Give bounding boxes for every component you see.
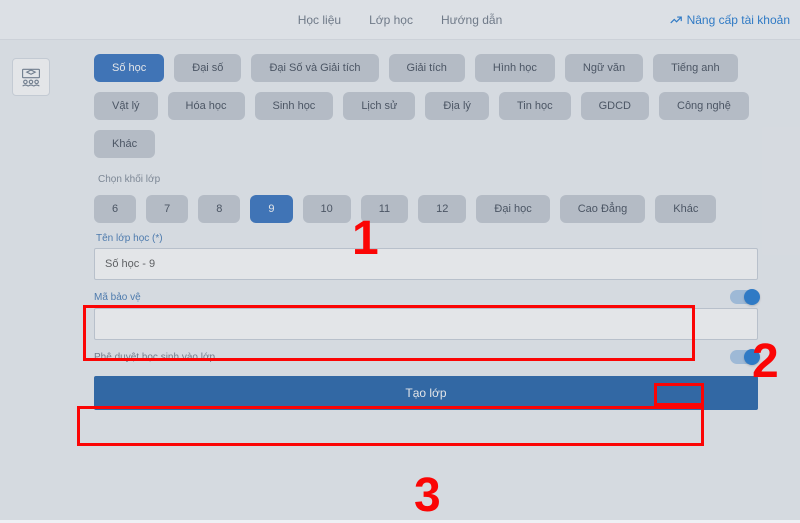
grade-pill-7[interactable]: Đại học — [476, 195, 549, 223]
subject-pill-9[interactable]: Sinh học — [255, 92, 334, 120]
classname-input[interactable] — [94, 248, 758, 280]
subject-pill-10[interactable]: Lịch sử — [343, 92, 415, 120]
subject-pill-14[interactable]: Công nghệ — [659, 92, 749, 120]
upgrade-link[interactable]: Nâng cấp tài khoản — [669, 13, 790, 27]
trend-icon — [669, 13, 683, 27]
subject-pill-2[interactable]: Đại Số và Giải tích — [251, 54, 378, 82]
grade-section-label: Chọn khối lớp — [94, 162, 766, 191]
subject-pill-7[interactable]: Vật lý — [94, 92, 158, 120]
anno-num-3: 3 — [414, 468, 441, 523]
subject-pill-3[interactable]: Giải tích — [389, 54, 465, 82]
password-toggle[interactable] — [730, 290, 758, 304]
subject-pill-4[interactable]: Hình học — [475, 54, 555, 82]
grade-pill-4[interactable]: 10 — [303, 195, 351, 223]
nav-hoc-lieu[interactable]: Học liệu — [298, 13, 341, 27]
grade-pill-3[interactable]: 9 — [250, 195, 292, 223]
password-label: Mã bảo vệ — [94, 292, 141, 303]
grade-pill-1[interactable]: 7 — [146, 195, 188, 223]
subject-pill-1[interactable]: Đại số — [174, 54, 241, 82]
approve-toggle[interactable] — [730, 350, 758, 364]
subject-pill-8[interactable]: Hóa học — [168, 92, 245, 120]
grade-pill-8[interactable]: Cao Đẳng — [560, 195, 646, 223]
subject-pill-12[interactable]: Tin học — [499, 92, 571, 120]
subject-picker: Số học Đại số Đại Số và Giải tích Giải tích… — [94, 50, 766, 162]
classroom-icon — [17, 63, 45, 91]
subject-pill-13[interactable]: GDCD — [581, 92, 649, 120]
grade-pill-5[interactable]: 11 — [361, 195, 408, 223]
subject-pill-5[interactable]: Ngữ văn — [565, 54, 643, 82]
subject-pill-11[interactable]: Địa lý — [425, 92, 489, 120]
grade-pill-0[interactable]: 6 — [94, 195, 136, 223]
password-input[interactable] — [94, 308, 758, 340]
grade-pill-6[interactable]: 12 — [418, 195, 466, 223]
sidebar-class-icon[interactable] — [12, 58, 50, 96]
anno-box-2b — [77, 406, 704, 446]
nav-huong-dan[interactable]: Hướng dẫn — [441, 13, 502, 27]
grade-pill-9[interactable]: Khác — [655, 195, 716, 223]
grade-pill-2[interactable]: 8 — [198, 195, 240, 223]
classname-label: Tên lớp học (*) — [96, 233, 756, 244]
subject-pill-15[interactable]: Khác — [94, 130, 155, 158]
subject-pill-6[interactable]: Tiếng anh — [653, 54, 738, 82]
nav-lop-hoc[interactable]: Lớp học — [369, 13, 413, 27]
approve-label: Phê duyệt học sinh vào lớp — [94, 352, 215, 363]
create-class-button[interactable]: Tạo lớp — [94, 376, 758, 410]
grade-picker: 6789 10 11 12 Đại học Cao Đẳng Khác — [94, 191, 766, 227]
subject-pill-0[interactable]: Số học — [94, 54, 164, 82]
